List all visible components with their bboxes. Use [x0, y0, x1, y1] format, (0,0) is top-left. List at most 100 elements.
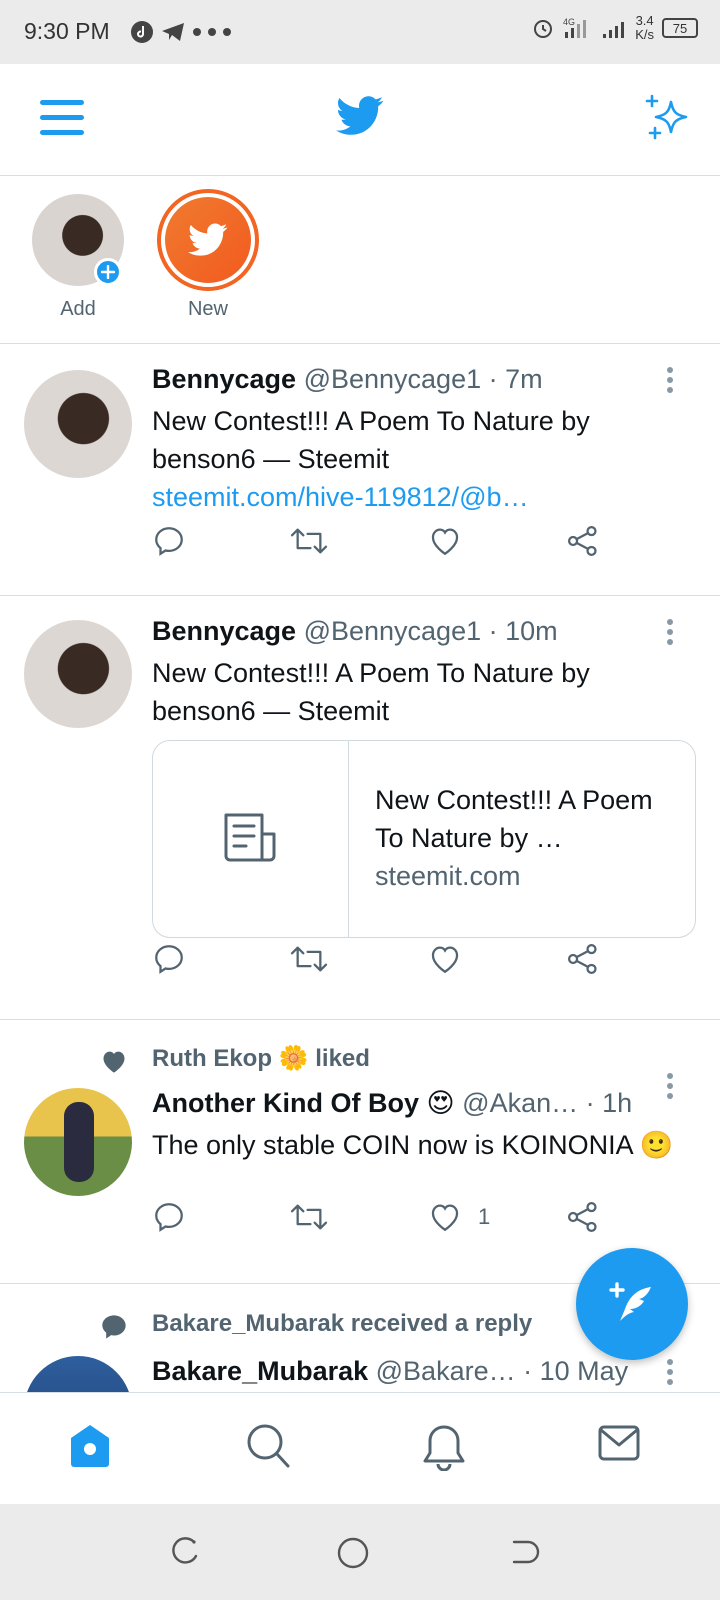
tweet-link[interactable]: steemit.com/hive-119812/@b… [152, 478, 680, 516]
share-icon [567, 525, 597, 557]
share-button[interactable] [566, 1200, 600, 1234]
tweet-time: · 7m [488, 364, 543, 394]
status-right-icons: 4G 3.4 K/s 75 [531, 14, 698, 42]
fleet-label: New [187, 298, 228, 320]
heart-icon [431, 528, 459, 556]
author-handle: @Akan… [462, 1088, 579, 1118]
heart-icon [431, 1204, 459, 1232]
messages-mail-icon[interactable] [598, 1423, 640, 1463]
compose-tweet-button[interactable] [576, 1248, 688, 1360]
status-bar: 9:30 PM 4G 3.4 K/s 75 [0, 0, 720, 64]
author-handle: @Bennycage1 [303, 616, 482, 646]
more-options-icon[interactable] [666, 1358, 674, 1386]
author-handle: @Bakare… [375, 1356, 516, 1386]
battery-indicator: 75 [662, 18, 698, 38]
tweet-body-text: New Contest!!! A Poem To Nature by benso… [152, 658, 590, 726]
alarm-icon [534, 20, 553, 38]
more-options-icon[interactable] [666, 366, 674, 394]
tweet[interactable]: Ruth Ekop 🌼 liked Another Kind Of Boy 😍 … [0, 1020, 720, 1284]
avatar[interactable] [24, 1356, 132, 1392]
tweet-time: · 10m [488, 616, 558, 646]
article-icon [224, 813, 275, 862]
social-context-action: liked [315, 1045, 370, 1072]
retweet-icon [290, 946, 328, 972]
signal-icon [603, 22, 625, 38]
tweet-actions: 1 [152, 1200, 612, 1240]
avatar[interactable] [24, 1088, 132, 1196]
like-button[interactable] [428, 524, 462, 558]
avatar[interactable] [32, 194, 124, 286]
tweet-header: Bennycage @Bennycage1 · 7m [152, 364, 660, 395]
author-name[interactable]: Another Kind Of Boy 😍 [152, 1088, 455, 1118]
recent-apps-icon[interactable] [168, 1536, 200, 1568]
more-options-icon[interactable] [666, 618, 674, 646]
tweet[interactable]: Bennycage @Bennycage1 · 7m New Contest!!… [0, 344, 720, 596]
author-handle: @Bennycage1 [303, 364, 482, 394]
fleet-add[interactable]: Add [18, 194, 138, 321]
hamburger-menu-icon[interactable] [40, 98, 84, 138]
tweet-header: Another Kind Of Boy 😍 @Akan… · 1h [152, 1088, 660, 1119]
more-options-icon[interactable] [666, 1072, 674, 1100]
reply-button[interactable] [152, 524, 186, 558]
avatar[interactable] [24, 620, 132, 728]
fleet-label: Add [60, 298, 96, 320]
heart-icon [431, 946, 459, 974]
app-header [0, 64, 720, 176]
share-button[interactable] [566, 524, 600, 558]
retweet-button[interactable] [290, 1200, 328, 1234]
home-circle-icon[interactable] [336, 1536, 370, 1570]
retweet-button[interactable] [290, 524, 328, 558]
link-preview-card[interactable]: New Contest!!! A Poem To Nature by … ste… [152, 740, 696, 938]
search-icon[interactable] [246, 1423, 290, 1469]
tweet-time: · 1h [585, 1088, 633, 1118]
card-thumbnail [153, 741, 349, 937]
fleet-new-avatar[interactable] [157, 189, 259, 291]
network-speed: 3.4 K/s [635, 14, 654, 42]
status-time: 9:30 PM [24, 18, 110, 44]
tweet-body-text: The only stable COIN now is KOINONIA 🙂 [152, 1130, 674, 1160]
share-icon [567, 1201, 597, 1233]
retweet-icon [290, 1204, 328, 1230]
network-speed-value: 3.4 [635, 13, 654, 28]
more-notifications-icon [193, 28, 231, 36]
twitter-bird-logo-icon[interactable] [336, 96, 384, 136]
social-context[interactable]: Bakare_Mubarak received a reply [152, 1310, 532, 1338]
tweet-text: New Contest!!! A Poem To Nature by benso… [152, 402, 680, 516]
home-icon[interactable] [68, 1423, 112, 1469]
author-name[interactable]: Bennycage [152, 364, 296, 394]
svg-text:4G: 4G [563, 17, 575, 27]
status-left-icons [130, 20, 232, 44]
avatar[interactable] [24, 370, 132, 478]
system-navigation-bar [0, 1504, 720, 1600]
reply-button[interactable] [152, 1200, 186, 1234]
liked-heart-icon [103, 1051, 125, 1073]
reply-icon [155, 527, 183, 556]
fleets-row: Add New [0, 176, 720, 344]
reply-icon [155, 1203, 183, 1232]
author-name[interactable]: Bakare_Mubarak [152, 1356, 368, 1386]
tiktok-icon [131, 21, 153, 43]
reply-icon [155, 945, 183, 974]
like-button[interactable] [428, 942, 462, 976]
fleet-new[interactable]: New [148, 189, 268, 321]
plus-icon [101, 265, 115, 279]
social-context-name[interactable]: Ruth Ekop [152, 1045, 272, 1072]
tweet-header: Bakare_Mubarak @Bakare… · 10 May [152, 1356, 660, 1387]
tweet[interactable]: Bennycage @Bennycage1 · 10m New Contest!… [0, 596, 720, 1020]
telegram-icon [162, 23, 184, 41]
like-button[interactable]: 1 [428, 1200, 490, 1234]
retweet-button[interactable] [290, 942, 328, 976]
back-icon[interactable] [508, 1536, 540, 1568]
social-context[interactable]: Ruth Ekop 🌼 liked [152, 1044, 370, 1073]
tweet-actions [152, 942, 612, 982]
flower-emoji-icon: 🌼 [278, 1045, 309, 1072]
like-count: 1 [478, 1204, 491, 1229]
reply-button[interactable] [152, 942, 186, 976]
notifications-bell-icon[interactable] [422, 1423, 466, 1471]
author-name[interactable]: Bennycage [152, 616, 296, 646]
sparkle-icon[interactable] [644, 94, 692, 142]
share-button[interactable] [566, 942, 600, 976]
network-speed-unit: K/s [635, 27, 654, 42]
tweet-actions [152, 524, 612, 564]
add-fleet-badge[interactable] [94, 258, 122, 286]
